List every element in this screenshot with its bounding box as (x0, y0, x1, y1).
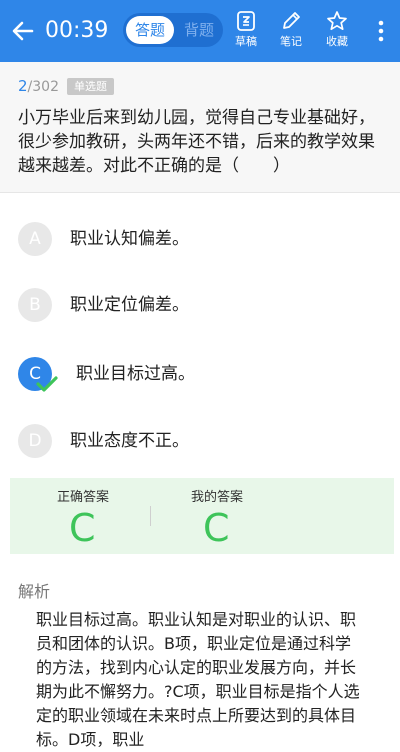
tab-recite[interactable]: 背题 (175, 16, 223, 44)
pencil-icon (283, 12, 300, 29)
timer: 00:39 (45, 18, 109, 43)
option-text: 职业认知偏差。 (70, 229, 189, 249)
correct-answer-label: 正确答案 (57, 490, 110, 505)
draft-button[interactable]: 草稿 (226, 10, 266, 54)
note-label: 笔记 (280, 35, 302, 48)
draft-label: 草稿 (235, 35, 257, 48)
star-icon (327, 11, 347, 31)
analysis-text: 职业目标过高。职业认知是对职业的认识、职员和团体的认识。B项，职业定位是通过科学… (36, 610, 360, 749)
option-d[interactable]: D 职业态度不正。 (18, 424, 388, 460)
option-text: 职业定位偏差。 (70, 295, 189, 315)
option-text: 职业目标过高。 (76, 364, 195, 384)
my-answer-label: 我的答案 (191, 490, 244, 505)
favorite-button[interactable]: 收藏 (317, 10, 357, 54)
option-b[interactable]: B 职业定位偏差。 (18, 288, 388, 324)
note-button[interactable]: 笔记 (271, 10, 311, 54)
option-text: 职业态度不正。 (70, 431, 189, 451)
question-current: 2 (18, 77, 28, 95)
option-a[interactable]: A 职业认知偏差。 (18, 222, 388, 258)
more-vertical-icon[interactable] (374, 16, 388, 46)
question-text: 小万毕业后来到幼儿园，觉得自己专业基础好，很少参加教研，头两年还不错，后来的教学… (18, 108, 375, 176)
back-arrow-icon[interactable] (10, 16, 36, 46)
question-header: 2/302 单选题 小万毕业后来到幼儿园，觉得自己专业基础好，很少参加教研，头两年… (0, 62, 400, 193)
question-type-badge: 单选题 (67, 78, 114, 95)
question-progress: 2/302 单选题 (18, 77, 114, 95)
favorite-label: 收藏 (326, 35, 348, 48)
answer-divider (150, 506, 151, 526)
mode-switch: 答题 背题 (123, 13, 223, 47)
option-letter: A (18, 222, 52, 256)
option-letter: D (18, 424, 52, 458)
tab-answer[interactable]: 答题 (126, 16, 174, 44)
option-letter: B (18, 288, 52, 322)
correct-check-icon (36, 376, 58, 392)
question-total: /302 (27, 79, 59, 95)
answer-panel: 正确答案 C 我的答案 C (10, 478, 394, 554)
top-bar: 00:39 答题 背题 草稿 笔记 收藏 (0, 0, 400, 62)
my-answer-value: C (203, 506, 230, 550)
draft-icon (237, 11, 255, 31)
option-c[interactable]: C 职业目标过高。 (18, 357, 388, 393)
analysis-title: 解析 (18, 582, 51, 601)
correct-answer-value: C (69, 506, 96, 550)
